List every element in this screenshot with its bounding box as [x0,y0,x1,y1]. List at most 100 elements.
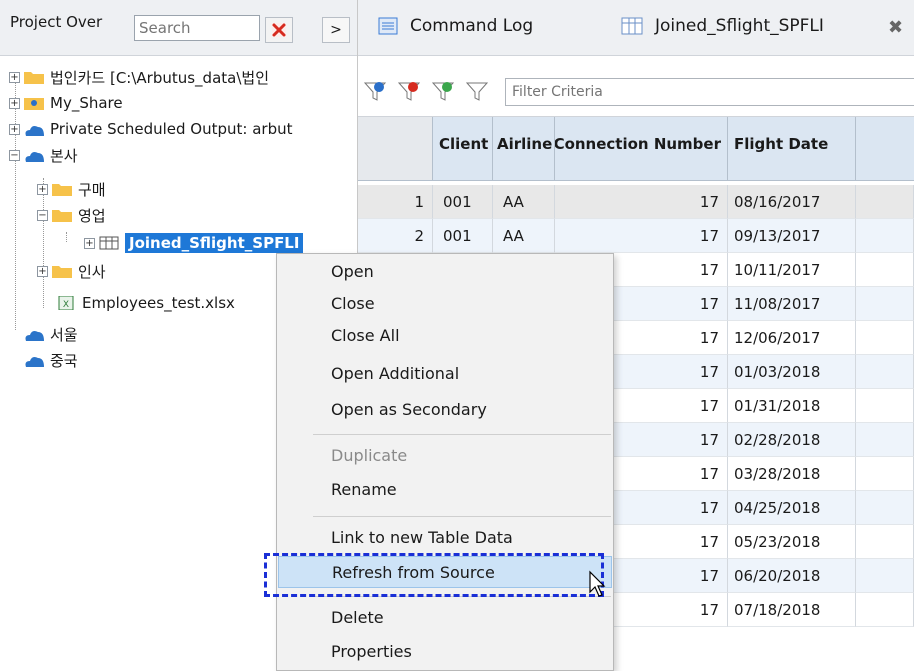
menu-separator [313,434,611,435]
cell-empty [856,457,914,491]
folder-icon [52,184,72,196]
tree-item-seoul[interactable]: 서울 [24,321,78,347]
cell-date[interactable]: 01/03/2018 [728,355,856,389]
cell-date[interactable]: 10/11/2017 [728,253,856,287]
menu-item-properties[interactable]: Properties [278,636,612,668]
tree-item-label: Employees_test.xlsx [82,294,235,312]
folder-icon [24,72,44,84]
row-number-header [358,117,433,181]
collapse-icon[interactable]: − [9,149,20,161]
tree-item-sales[interactable]: − 영업 [37,202,106,228]
cell-empty [856,525,914,559]
menu-item-open[interactable]: Open [278,256,612,288]
clear-search-button[interactable] [265,17,293,43]
tree-item-label: 구매 [78,180,106,199]
folder-icon [52,266,72,278]
cell-n[interactable]: 2 [358,219,433,253]
tab-command-log[interactable]: Command Log [378,16,533,36]
cell-date[interactable]: 03/28/2018 [728,457,856,491]
tab-joined-sflight[interactable]: Joined_Sflight_SPFLI [621,16,824,36]
cell-airline[interactable]: AA [493,219,555,253]
cell-empty [856,287,914,321]
cell-empty [856,253,914,287]
remove-filter-icon[interactable] [397,82,421,101]
cell-date[interactable]: 08/16/2017 [728,185,856,219]
tab-label: Command Log [410,16,534,36]
cell-empty [856,389,914,423]
tree-connector [66,232,67,242]
expand-icon[interactable]: + [9,97,20,109]
search-input[interactable] [134,15,260,41]
cell-empty [856,593,914,627]
menu-item-open-as-secondary[interactable]: Open as Secondary [278,394,612,426]
cell-empty [856,185,914,219]
tree-item-hr[interactable]: + 인사 [37,258,106,284]
column-header-client[interactable]: Client [433,117,493,181]
tree-item-label: 영업 [78,206,106,225]
cell-date[interactable]: 05/23/2018 [728,525,856,559]
close-icon [272,23,286,37]
tree-item-private-scheduled-output[interactable]: + Private Scheduled Output: arbut [9,116,292,142]
expand-icon[interactable]: + [84,237,95,249]
cell-date[interactable]: 07/18/2018 [728,593,856,627]
tree-item-corporate-card[interactable]: + 법인카드 [C:\Arbutus_data\법인 [9,64,269,90]
panel-title: Project Over [10,13,103,31]
filter-criteria-input[interactable] [505,78,914,106]
menu-item-delete[interactable]: Delete [278,602,612,634]
table-icon [621,17,643,35]
expand-icon[interactable]: + [37,265,48,277]
menu-item-rename[interactable]: Rename [278,474,612,506]
cell-date[interactable]: 02/28/2018 [728,423,856,457]
cell-date[interactable]: 12/06/2017 [728,321,856,355]
cell-client[interactable]: 001 [433,219,493,253]
cell-conn[interactable]: 17 [555,185,728,219]
cell-date[interactable]: 09/13/2017 [728,219,856,253]
cell-conn[interactable]: 17 [555,219,728,253]
table-icon [99,236,119,250]
excel-file-icon: X [58,296,74,310]
cloud-folder-icon [25,152,44,162]
menu-separator [313,516,611,517]
check-filter-icon[interactable] [431,82,455,101]
tree-item-purchasing[interactable]: + 구매 [37,176,106,202]
user-folder-icon [24,98,44,110]
cell-n[interactable]: 1 [358,185,433,219]
column-header-connection-number[interactable]: Connection Number [555,117,728,181]
expand-icon[interactable]: + [9,71,20,83]
expand-icon[interactable]: + [9,123,20,135]
column-header-flight-date[interactable]: Flight Date [728,117,856,181]
menu-item-close-all[interactable]: Close All [278,320,612,352]
tree-item-label-selected: Joined_Sflight_SPFLI [125,233,304,253]
menu-item-close[interactable]: Close [278,288,612,320]
apply-filter-icon[interactable] [363,82,387,101]
tree-item-label: 법인카드 [C:\Arbutus_data\법인 [50,68,270,87]
cell-airline[interactable]: AA [493,185,555,219]
svg-text:X: X [63,300,69,310]
filter-icon[interactable] [465,82,489,101]
column-header-airline[interactable]: Airline [493,117,555,181]
tree-item-joined-sflight[interactable]: + Joined_Sflight_SPFLI [84,230,304,256]
menu-item-link-to-new-table-data[interactable]: Link to new Table Data [278,522,612,554]
tree-item-headquarters[interactable]: − 본사 [9,142,78,168]
cell-empty [856,219,914,253]
cloud-folder-icon [25,126,44,136]
menu-item-open-additional[interactable]: Open Additional [278,358,612,390]
tree-item-employees-test[interactable]: X Employees_test.xlsx [56,290,235,316]
expand-icon[interactable]: + [37,183,48,195]
tree-item-my-share[interactable]: + My_Share [9,90,123,116]
cell-date[interactable]: 04/25/2018 [728,491,856,525]
cell-empty [856,423,914,457]
tree-item-label: 중국 [50,351,78,370]
tree-item-china[interactable]: 중국 [24,347,78,373]
tree-item-label: 본사 [50,146,78,165]
cell-client[interactable]: 001 [433,185,493,219]
cloud-folder-icon [25,357,44,367]
chevron-right-icon[interactable]: > [322,17,350,43]
cell-date[interactable]: 11/08/2017 [728,287,856,321]
close-tab-icon[interactable]: ✖ [888,17,903,38]
collapse-icon[interactable]: − [37,209,48,221]
cell-date[interactable]: 06/20/2018 [728,559,856,593]
cell-date[interactable]: 01/31/2018 [728,389,856,423]
cell-empty [856,321,914,355]
empty-header [856,117,914,181]
